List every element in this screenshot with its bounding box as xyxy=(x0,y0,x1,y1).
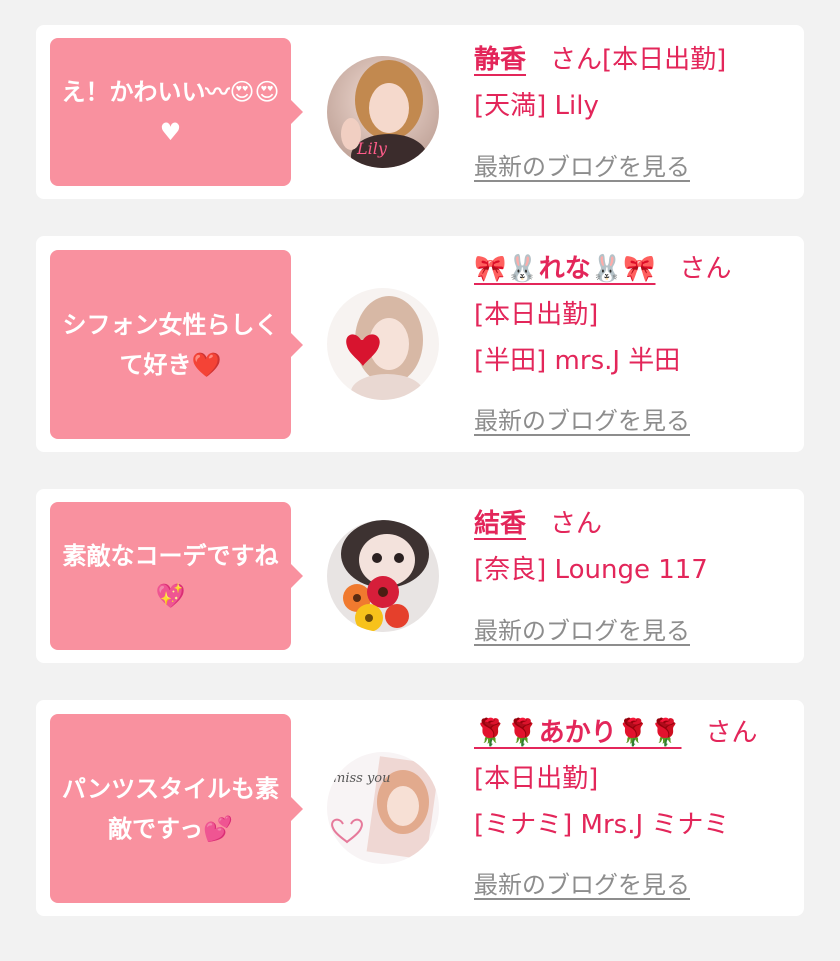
cast-avatar[interactable] xyxy=(327,520,439,632)
cast-name-link[interactable]: 🌹🌹あかり🌹🌹 xyxy=(474,718,682,748)
review-card: 素敵なコーデですね💖 結香 さん [奈良] Lounge 117 最新のブログを… xyxy=(36,489,804,663)
work-status: [本日出勤] xyxy=(602,45,727,75)
cast-avatar[interactable]: Lily xyxy=(327,56,439,168)
comment-text: シフォン女性らしくて好き❤️ xyxy=(62,310,279,379)
avatar-photo: miss you xyxy=(327,752,439,864)
avatar-caption: miss you xyxy=(333,771,391,786)
comment-bubble: シフォン女性らしくて好き❤️ xyxy=(50,250,303,439)
avatar-photo xyxy=(327,520,439,632)
comment-text: 素敵なコーデですね💖 xyxy=(62,542,279,610)
cast-info: 結香 さん [奈良] Lounge 117 xyxy=(474,501,774,593)
work-status: [本日出勤] xyxy=(474,764,599,794)
cast-avatar[interactable]: miss you xyxy=(327,752,439,864)
review-card: パンツスタイルも素敵ですっ💕 miss you 🌹🌹あかり🌹🌹 さん [本日出勤] … xyxy=(36,700,804,916)
shop-name: [半田] mrs.J 半田 xyxy=(474,346,681,376)
review-card: え！かわいい〰😍😍♥ Lily 静香 さん[本日出勤] [天満] Lily 最新… xyxy=(36,25,804,199)
comment-bubble: え！かわいい〰😍😍♥ xyxy=(50,38,303,186)
comment-bubble: パンツスタイルも素敵ですっ💕 xyxy=(50,714,303,903)
avatar-photo: Lily xyxy=(327,56,439,168)
latest-blog-link[interactable]: 最新のブログを見る xyxy=(474,401,690,436)
shop-name: [奈良] Lounge 117 xyxy=(474,555,708,585)
review-card: シフォン女性らしくて好き❤️ 🎀🐰れな🐰🎀 さん [本日出勤] [半田] mrs.… xyxy=(36,236,804,452)
honorific: さん xyxy=(550,45,603,75)
honorific: さん xyxy=(679,254,732,284)
honorific: さん xyxy=(550,509,603,539)
cast-info: 静香 さん[本日出勤] [天満] Lily xyxy=(474,37,774,129)
latest-blog-link[interactable]: 最新のブログを見る xyxy=(474,147,690,182)
latest-blog-link[interactable]: 最新のブログを見る xyxy=(474,611,690,646)
avatar-caption: Lily xyxy=(356,139,388,158)
cast-name-link[interactable]: 🎀🐰れな🐰🎀 xyxy=(474,254,656,284)
latest-blog-link[interactable]: 最新のブログを見る xyxy=(474,865,690,900)
cast-info: 🎀🐰れな🐰🎀 さん [本日出勤] [半田] mrs.J 半田 xyxy=(474,246,774,384)
cast-avatar[interactable] xyxy=(327,288,439,400)
shop-name: [天満] Lily xyxy=(474,91,599,121)
cast-name-link[interactable]: 静香 xyxy=(474,45,526,75)
honorific: さん xyxy=(705,718,758,748)
comment-text: え！かわいい〰😍😍♥ xyxy=(61,78,280,146)
shop-name: [ミナミ] Mrs.J ミナミ xyxy=(474,810,730,840)
work-status: [本日出勤] xyxy=(474,300,599,330)
cast-info: 🌹🌹あかり🌹🌹 さん [本日出勤] [ミナミ] Mrs.J ミナミ xyxy=(474,710,774,848)
comment-text: パンツスタイルも素敵ですっ💕 xyxy=(61,774,280,843)
review-list: え！かわいい〰😍😍♥ Lily 静香 さん[本日出勤] [天満] Lily 最新… xyxy=(0,0,840,961)
comment-bubble: 素敵なコーデですね💖 xyxy=(50,502,303,650)
avatar-photo xyxy=(327,288,439,400)
cast-name-link[interactable]: 結香 xyxy=(474,509,526,539)
